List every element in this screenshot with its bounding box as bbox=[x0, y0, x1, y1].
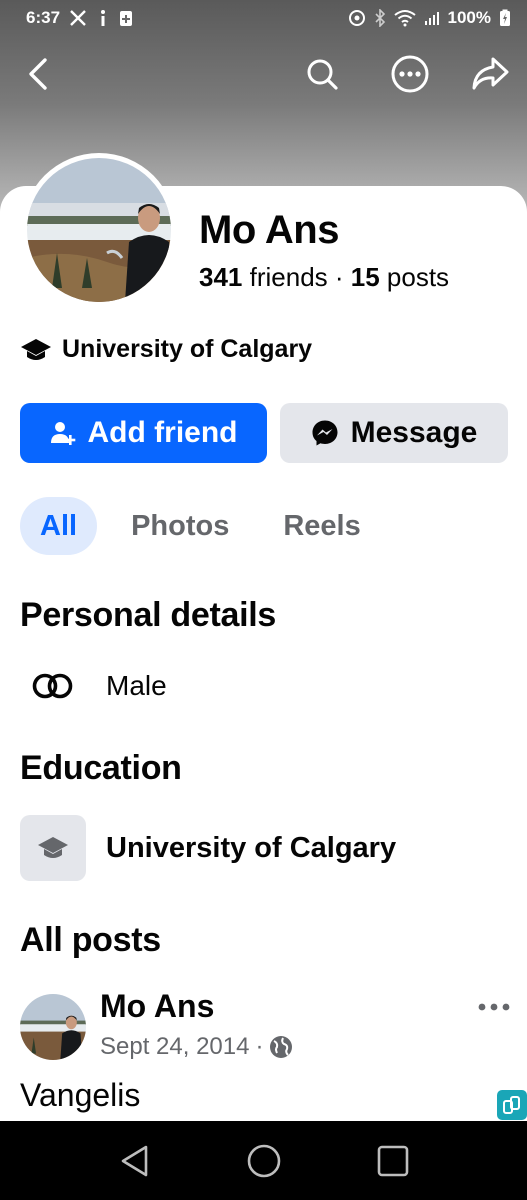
search-icon bbox=[307, 59, 338, 90]
profile-card bbox=[0, 186, 527, 1126]
education-title: Education bbox=[20, 749, 182, 787]
gender-row: Male bbox=[20, 666, 167, 706]
personal-details-title: Personal details bbox=[20, 596, 276, 634]
messenger-icon bbox=[312, 420, 338, 446]
add-friend-label: Add friend bbox=[87, 416, 238, 449]
globe-icon bbox=[270, 1036, 293, 1058]
gender-value: Male bbox=[106, 670, 167, 701]
education-icon-tile bbox=[20, 815, 86, 881]
tab-all[interactable]: All bbox=[20, 497, 98, 555]
medical-icon bbox=[120, 11, 133, 26]
tab-photos-label: Photos bbox=[131, 509, 230, 542]
post-author-avatar[interactable] bbox=[20, 994, 86, 1060]
share-button[interactable] bbox=[466, 50, 514, 98]
tab-reels-label: Reels bbox=[283, 509, 361, 542]
battery-icon bbox=[500, 9, 510, 26]
message-label: Message bbox=[350, 416, 478, 449]
more-options-button[interactable] bbox=[386, 50, 434, 98]
all-posts-title: All posts bbox=[20, 921, 161, 959]
floating-app-button[interactable] bbox=[497, 1090, 527, 1120]
graduation-cap-icon bbox=[38, 837, 68, 858]
app-overlay-icon bbox=[503, 1096, 520, 1114]
post-text: Vangelis bbox=[20, 1077, 141, 1113]
status-bar: 6:37 100% bbox=[0, 0, 527, 36]
posts-label: posts bbox=[379, 262, 450, 292]
info-icon bbox=[101, 10, 106, 26]
gender-icon bbox=[32, 673, 73, 699]
more-horizontal-icon bbox=[478, 1003, 510, 1011]
vpn-icon bbox=[348, 10, 365, 26]
add-person-icon bbox=[50, 422, 75, 445]
back-button[interactable] bbox=[14, 50, 62, 98]
signal-icon bbox=[424, 12, 439, 25]
post-meta-separator: · bbox=[255, 1033, 264, 1060]
posts-count: 15 bbox=[350, 262, 380, 292]
tab-photos[interactable]: Photos bbox=[131, 497, 229, 555]
x-app-icon bbox=[70, 10, 86, 26]
system-navigation-bar bbox=[0, 1121, 527, 1200]
status-time: 6:37 bbox=[26, 8, 61, 27]
tab-reels[interactable]: Reels bbox=[283, 497, 360, 555]
post-date[interactable]: Sept 24, 2014 bbox=[100, 1033, 249, 1061]
friends-label: friends bbox=[242, 262, 328, 292]
back-arrow-icon bbox=[29, 58, 47, 90]
friends-count: 341 bbox=[199, 262, 243, 292]
education-school: University of Calgary bbox=[106, 831, 397, 864]
add-friend-button[interactable]: Add friend bbox=[20, 403, 267, 463]
battery-percent: 100% bbox=[447, 8, 491, 27]
graduation-cap-icon bbox=[21, 338, 51, 360]
square-recents-icon bbox=[377, 1145, 408, 1176]
search-button[interactable] bbox=[298, 50, 346, 98]
tab-all-label: All bbox=[40, 509, 78, 542]
post-meta: Sept 24, 2014 · bbox=[100, 1033, 293, 1061]
profile-name: Mo Ans bbox=[199, 208, 339, 252]
post-author-name[interactable]: Mo Ans bbox=[100, 988, 214, 1025]
profile-tabs: All Photos Reels bbox=[20, 497, 361, 555]
profile-stats[interactable]: 341 friends · 15 posts bbox=[199, 262, 449, 293]
system-back-button[interactable] bbox=[105, 1131, 165, 1191]
post-options-button[interactable] bbox=[476, 992, 512, 1022]
triangle-back-icon bbox=[121, 1145, 147, 1176]
school-name: University of Calgary bbox=[62, 335, 313, 363]
system-home-button[interactable] bbox=[234, 1131, 294, 1191]
bluetooth-icon bbox=[374, 9, 385, 27]
system-recents-button[interactable] bbox=[363, 1131, 423, 1191]
wifi-icon bbox=[393, 10, 416, 27]
stats-separator: · bbox=[327, 262, 351, 292]
share-icon bbox=[472, 57, 509, 90]
profile-school[interactable]: University of Calgary bbox=[20, 335, 312, 364]
message-button[interactable]: Message bbox=[280, 403, 508, 463]
top-navigation bbox=[0, 50, 527, 100]
profile-avatar[interactable] bbox=[22, 153, 176, 307]
education-row[interactable]: University of Calgary bbox=[20, 815, 396, 881]
circle-home-icon bbox=[247, 1144, 280, 1177]
more-icon bbox=[391, 55, 429, 93]
avatar-photo bbox=[27, 158, 171, 302]
avatar-photo bbox=[20, 994, 86, 1060]
